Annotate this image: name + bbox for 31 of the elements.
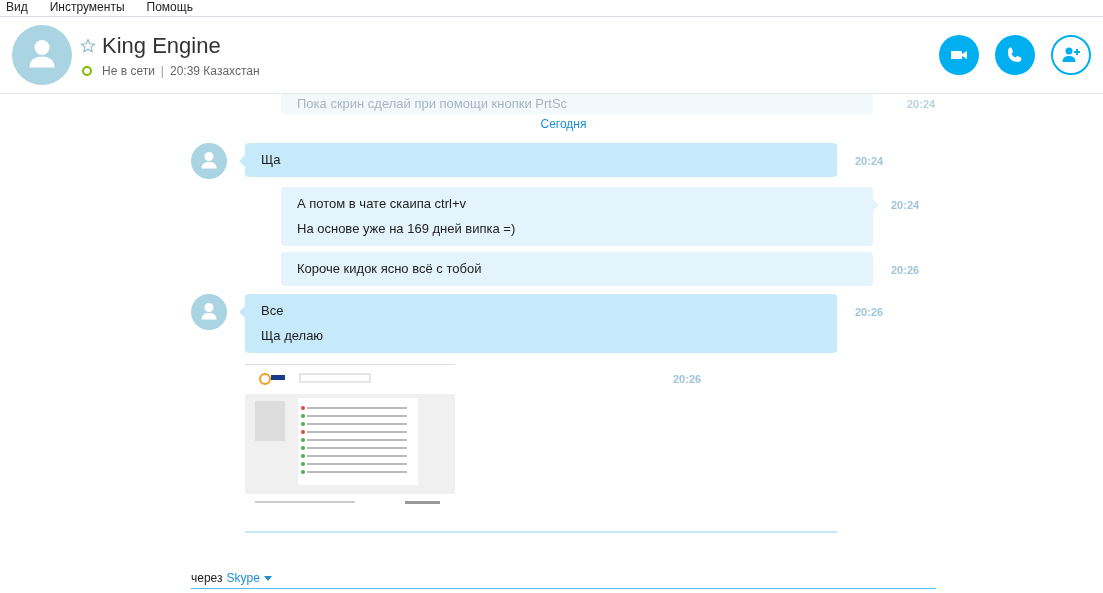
call-button[interactable] — [995, 35, 1035, 75]
message-time: 20:26 — [891, 264, 920, 276]
message-text: Короче кидок ясно всё с тобой — [297, 261, 483, 277]
local-time: 20:39 Казахстан — [170, 63, 260, 78]
add-person-icon — [1061, 45, 1081, 65]
contact-name: King Engine — [102, 32, 221, 59]
via-label: через — [191, 571, 223, 585]
message-text: Пока скрин сделай при помощи кнопки PrtSc — [296, 96, 568, 112]
contact-avatar — [12, 25, 72, 85]
add-contact-button[interactable] — [1051, 35, 1091, 75]
status-text: Не в сети — [102, 63, 155, 78]
message-text: Ща — [261, 152, 282, 168]
caret-icon — [263, 575, 272, 581]
message-time: 20:24 — [906, 98, 936, 110]
message-time: 20:24 — [855, 155, 884, 167]
message-time: 20:26 — [855, 306, 884, 318]
message-text: Все — [261, 303, 285, 319]
menu-item[interactable]: Инструменты — [49, 0, 125, 15]
message-time: 20:26 — [673, 373, 702, 385]
message-text: Ща делаю — [261, 328, 325, 344]
star-icon[interactable] — [80, 37, 96, 54]
message-time: 20:24 — [891, 199, 920, 211]
separator: | — [160, 63, 164, 78]
message-text: На основе уже на 169 дней випка =) — [297, 221, 517, 237]
contact-avatar — [191, 294, 227, 330]
contact-avatar — [191, 143, 227, 179]
message-text: А потом в чате скаипа ctrl+v — [297, 196, 467, 212]
menu-item[interactable]: Помощь — [146, 0, 193, 15]
menu-item[interactable]: Вид — [6, 0, 28, 15]
service-dropdown[interactable]: Skype — [226, 571, 272, 585]
video-call-button[interactable] — [939, 35, 979, 75]
